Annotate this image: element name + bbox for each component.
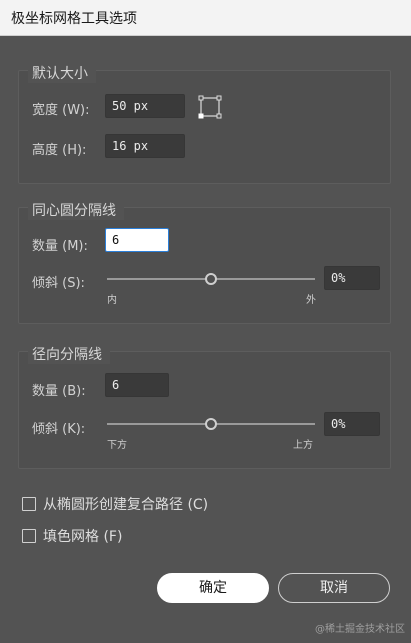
height-label: 高度 (H): [32, 143, 87, 158]
cancel-button[interactable]: 取消 [278, 573, 390, 603]
concentric-slider-min-label: 内 [107, 295, 117, 306]
concentric-legend: 同心圆分隔线 [28, 200, 124, 220]
default-size-group [18, 70, 391, 184]
concentric-skew-label: 倾斜 (S): [32, 276, 85, 291]
radial-skew-input[interactable]: 0% [324, 412, 380, 436]
ok-button[interactable]: 确定 [157, 573, 269, 603]
height-input[interactable]: 16 px [105, 134, 185, 158]
concentric-skew-slider-handle[interactable] [205, 273, 217, 285]
radial-count-input[interactable]: 6 [105, 373, 169, 397]
radial-skew-slider-handle[interactable] [205, 418, 217, 430]
concentric-count-input[interactable]: 6 [105, 228, 169, 252]
width-label: 宽度 (W): [32, 103, 90, 118]
concentric-slider-max-label: 外 [306, 295, 316, 306]
concentric-skew-input[interactable]: 0% [324, 266, 380, 290]
fill-grid-checkbox[interactable] [22, 529, 36, 543]
radial-slider-min-label: 下方 [107, 440, 127, 451]
width-input[interactable]: 50 px [105, 94, 185, 118]
concentric-count-label: 数量 (M): [32, 239, 88, 254]
title-bar: 极坐标网格工具选项 [0, 0, 411, 36]
radial-slider-max-label: 上方 [293, 440, 313, 451]
radial-group [18, 351, 391, 469]
dialog-title: 极坐标网格工具选项 [11, 11, 137, 27]
fill-grid-label[interactable]: 填色网格 (F) [43, 526, 122, 546]
radial-count-label: 数量 (B): [32, 384, 86, 399]
radial-skew-label: 倾斜 (K): [32, 422, 86, 437]
reference-point-icon[interactable] [198, 95, 222, 119]
default-size-legend: 默认大小 [28, 63, 96, 83]
compound-path-checkbox[interactable] [22, 497, 36, 511]
compound-path-label[interactable]: 从椭圆形创建复合路径 (C) [43, 494, 208, 514]
watermark: @稀土掘金技术社区 [315, 624, 405, 635]
radial-legend: 径向分隔线 [28, 344, 110, 364]
